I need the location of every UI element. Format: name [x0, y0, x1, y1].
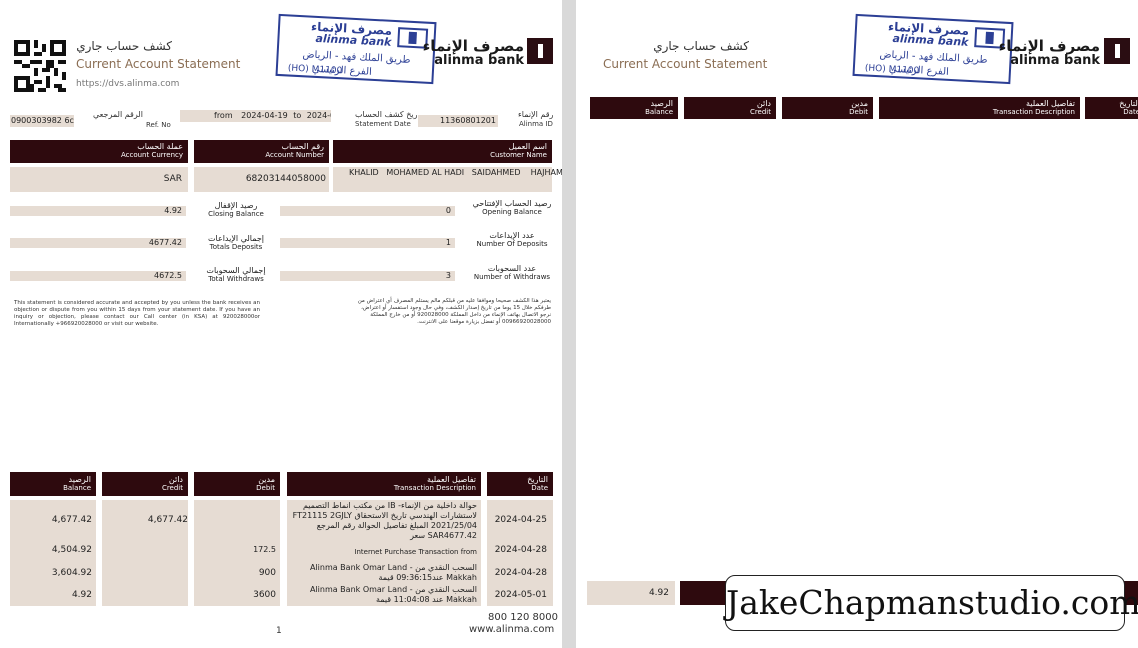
account-number-value: 68203144058000 — [194, 167, 329, 192]
bank-logo-en: alinma bank — [434, 53, 524, 68]
alinma-id-value: 11360801201 — [418, 115, 498, 127]
page2-bank-stamp: مصرف الإنماء alinma bank طريق الملك فهد … — [852, 13, 1014, 85]
table-row-3-date: 2024-04-28 — [494, 568, 547, 578]
page2-credit-header: دائن Credit — [684, 97, 776, 119]
bank-logo-icon — [527, 38, 553, 64]
page2-title-arabic: كشف حساب جاري — [653, 39, 749, 53]
customer-name-header: اسم العميل Customer Name — [333, 140, 552, 163]
page2-balance-header: الرصيد Balance — [590, 97, 678, 119]
disclaimer-arabic: يعتبر هذا الكشف صحيحا وموافقا عليه من قب… — [357, 298, 551, 325]
opening-balance-value: 0 — [280, 206, 455, 216]
date-column-header: التاريخ Date — [487, 472, 553, 496]
title-arabic: كشف حساب جاري — [76, 39, 172, 53]
number-of-withdraws-label: عدد السحوبات Number of Withdraws — [473, 264, 551, 281]
description-column-header: تفاصيل العملية Transaction Description — [287, 472, 481, 496]
page2-title-english: Current Account Statement — [603, 57, 768, 71]
debit-column-header: مدين Debit — [194, 472, 280, 496]
closing-balance-value: 4.92 — [10, 206, 186, 216]
opening-balance-label: رصيد الحساب الإفتتاحي Opening Balance — [472, 199, 552, 216]
date-to: 2024-05-19 — [306, 111, 331, 120]
date-to-label: to — [293, 111, 302, 120]
qr-code — [14, 40, 66, 92]
table-row-3-balance: 3,604.92 — [51, 568, 92, 578]
table-row-1-credit: 4,677.42 — [147, 515, 188, 525]
disclaimer-english: This statement is considered accurate an… — [14, 300, 260, 327]
ref-no-label-ar: الرقم المرجعي — [93, 110, 143, 119]
credit-column-header: دائن Credit — [102, 472, 188, 496]
date-from-label: from — [214, 111, 233, 120]
table-row-1-date: 2024-04-25 — [494, 515, 547, 525]
bank-stamp: مصرف الإنماء alinma bank طريق الملك فهد … — [275, 13, 437, 85]
alinma-id-label-ar: رقم الإنماء — [518, 110, 554, 119]
page2-closing-balance: 4.92 — [587, 581, 675, 605]
page2-stamp-branch-en: (HO) M1100 — [864, 63, 920, 77]
stamp-name-en: alinma bank — [315, 31, 392, 49]
total-deposits-value: 4677.42 — [10, 238, 186, 248]
account-number-header: رقم الحساب Account Number — [194, 140, 329, 163]
page2-debit-header: مدين Debit — [782, 97, 873, 119]
table-row-2-date: 2024-04-28 — [494, 545, 547, 555]
table-row-4-debit: 3600 — [253, 590, 276, 600]
table-row-4-balance: 4.92 — [71, 590, 92, 600]
page2-date-header: التاريخ Date — [1085, 97, 1138, 119]
table-row-3-debit: 900 — [258, 568, 276, 578]
footer-phone: 800 120 8000 — [488, 612, 558, 623]
date-from: 2024-04-19 — [241, 111, 288, 120]
verification-url[interactable]: https://dvs.alinma.com — [76, 79, 179, 89]
account-currency-value: SAR — [10, 167, 188, 192]
ref-no-label-en: Ref. No — [146, 121, 171, 129]
table-row-2-description: Internet Purchase Transaction from — [354, 548, 477, 556]
ref-no-value: 0900303982 6cbe7c — [10, 115, 74, 127]
statement-page-2: كشف حساب جاري Current Account Statement … — [576, 0, 1138, 648]
table-row-1-description: حوالة داخلية من الإنماء- IB من مكتب انما… — [292, 501, 477, 540]
stamp-branch-en: (HO) M1100 — [287, 63, 343, 77]
title-english: Current Account Statement — [76, 57, 241, 71]
alinma-id-label-en: Alinma ID — [519, 120, 553, 128]
customer-name-value: KHALID MOHAMED AL HADI SAIDAHMED HAJHAME… — [333, 167, 562, 192]
total-withdraws-label: إجمالي السحوبات Total Withdraws — [206, 266, 266, 283]
footer-website[interactable]: www.alinma.com — [469, 624, 554, 635]
number-of-withdraws-value: 3 — [280, 271, 455, 281]
watermark-banner: JakeChapmanstudio.com — [725, 575, 1138, 631]
page2-description-header: تفاصيل العملية Transaction Description — [879, 97, 1080, 119]
table-row-4-date: 2024-05-01 — [494, 590, 547, 600]
table-row-3-description: السحب النقدي من - Alinma Bank Omar Land … — [309, 563, 477, 582]
number-of-deposits-label: عدد الإيداعات Number Of Deposits — [476, 231, 548, 248]
table-row-2-balance: 4,504.92 — [51, 545, 92, 555]
balance-column-header: الرصيد Balance — [10, 472, 96, 496]
table-row-4-description: السحب النقدي من - Alinma Bank Omar Land … — [309, 585, 477, 604]
statement-page-1: كشف حساب جاري Current Account Statement … — [0, 0, 562, 648]
page2-bank-logo-icon — [1104, 38, 1130, 64]
total-withdraws-value: 4672.5 — [10, 271, 186, 281]
page-number: 1 — [276, 626, 282, 636]
total-deposits-label: إجمالي الإيداعات Totals Deposits — [207, 234, 265, 251]
table-row-2-debit: 172.5 — [253, 545, 276, 554]
closing-balance-label: رصيد الإقفال Closing Balance — [208, 201, 264, 218]
statement-date-range: from 2024-04-19 to 2024-05-19 — [180, 110, 331, 122]
statement-date-label-ar: ريخ كشف الحساب — [355, 110, 418, 119]
page2-bank-logo-en: alinma bank — [1010, 53, 1100, 68]
account-currency-header: عملة الحساب Account Currency — [10, 140, 188, 163]
number-of-deposits-value: 1 — [280, 238, 455, 248]
page2-stamp-name-en: alinma bank — [892, 31, 969, 49]
statement-date-label-en: Statement Date — [355, 120, 411, 128]
table-row-1-balance: 4,677.42 — [51, 515, 92, 525]
